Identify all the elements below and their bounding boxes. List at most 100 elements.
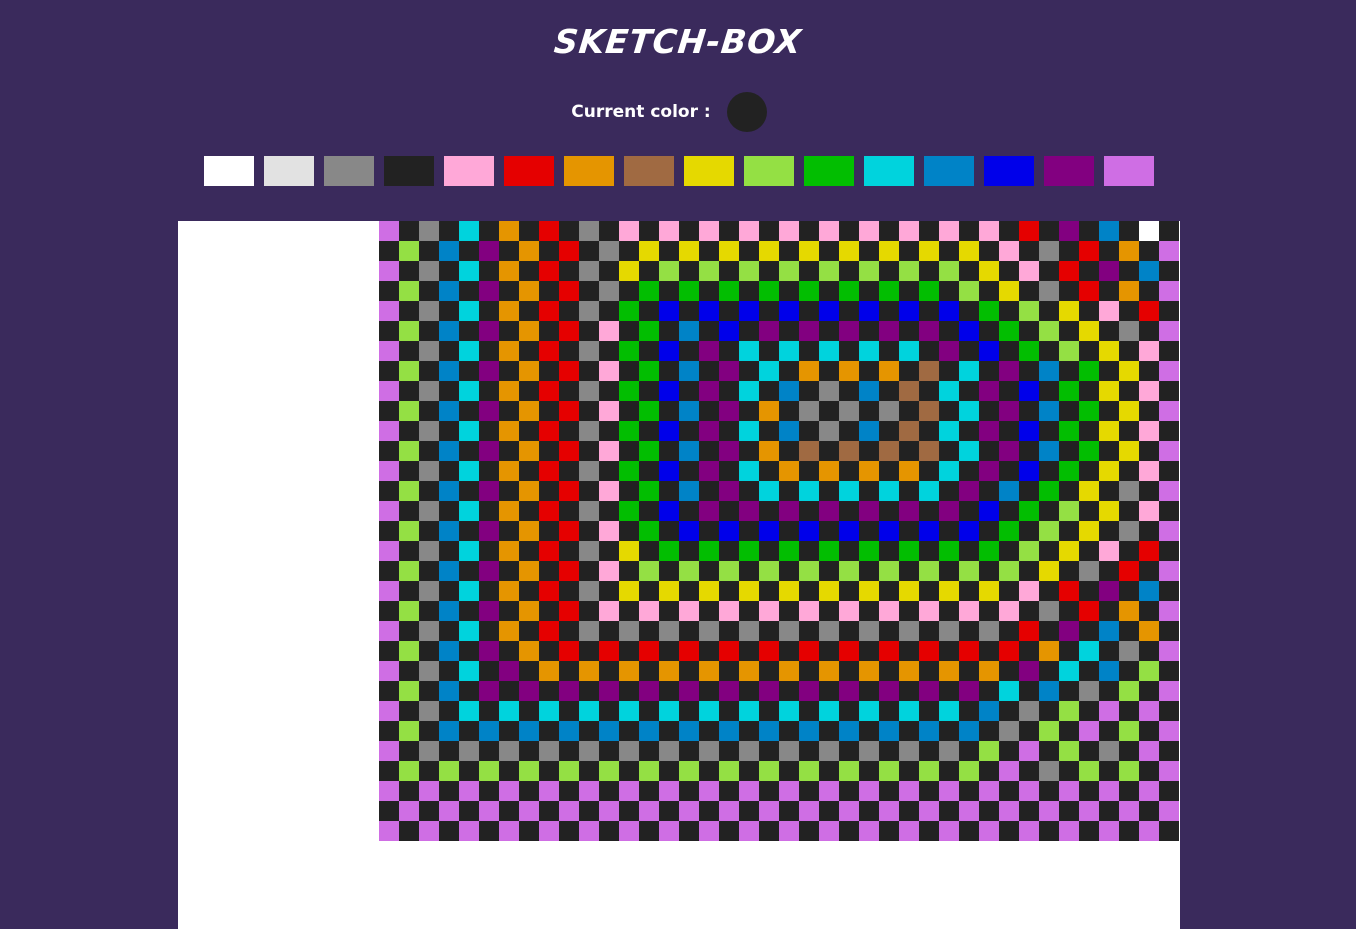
grid-cell[interactable] (599, 461, 619, 481)
grid-cell[interactable] (779, 701, 799, 721)
grid-cell[interactable] (459, 501, 479, 521)
grid-cell[interactable] (899, 641, 919, 661)
grid-cell[interactable] (639, 801, 659, 821)
grid-cell[interactable] (599, 441, 619, 461)
grid-cell[interactable] (399, 641, 419, 661)
grid-cell[interactable] (519, 221, 539, 241)
grid-cell[interactable] (499, 261, 519, 281)
grid-cell[interactable] (699, 281, 719, 301)
grid-cell[interactable] (759, 281, 779, 301)
grid-cell[interactable] (799, 721, 819, 741)
grid-cell[interactable] (579, 721, 599, 741)
grid-cell[interactable] (719, 601, 739, 621)
grid-cell[interactable] (979, 441, 999, 461)
grid-cell[interactable] (379, 221, 399, 241)
grid-cell[interactable] (659, 541, 679, 561)
grid-cell[interactable] (519, 801, 539, 821)
grid-cell[interactable] (879, 361, 899, 381)
grid-cell[interactable] (519, 421, 539, 441)
grid-cell[interactable] (679, 341, 699, 361)
grid-cell[interactable] (899, 781, 919, 801)
grid-cell[interactable] (779, 241, 799, 261)
grid-cell[interactable] (699, 781, 719, 801)
grid-cell[interactable] (579, 641, 599, 661)
grid-cell[interactable] (459, 601, 479, 621)
grid-cell[interactable] (979, 821, 999, 841)
grid-cell[interactable] (559, 621, 579, 641)
grid-cell[interactable] (1059, 481, 1079, 501)
grid-cell[interactable] (919, 581, 939, 601)
grid-cell[interactable] (419, 521, 439, 541)
grid-cell[interactable] (1039, 641, 1059, 661)
grid-cell[interactable] (659, 401, 679, 421)
grid-cell[interactable] (1119, 701, 1139, 721)
grid-cell[interactable] (399, 361, 419, 381)
grid-cell[interactable] (919, 681, 939, 701)
grid-cell[interactable] (519, 381, 539, 401)
grid-cell[interactable] (879, 721, 899, 741)
grid-cell[interactable] (939, 641, 959, 661)
grid-cell[interactable] (899, 401, 919, 421)
grid-cell[interactable] (599, 321, 619, 341)
grid-cell[interactable] (959, 241, 979, 261)
grid-cell[interactable] (739, 541, 759, 561)
grid-cell[interactable] (839, 441, 859, 461)
grid-cell[interactable] (1119, 721, 1139, 741)
grid-cell[interactable] (799, 581, 819, 601)
grid-cell[interactable] (639, 361, 659, 381)
grid-cell[interactable] (1059, 621, 1079, 641)
grid-cell[interactable] (719, 301, 739, 321)
grid-cell[interactable] (819, 461, 839, 481)
grid-cell[interactable] (1099, 561, 1119, 581)
grid-cell[interactable] (499, 721, 519, 741)
grid-cell[interactable] (499, 701, 519, 721)
grid-cell[interactable] (439, 581, 459, 601)
grid-cell[interactable] (539, 821, 559, 841)
grid-cell[interactable] (379, 501, 399, 521)
grid-cell[interactable] (959, 541, 979, 561)
grid-cell[interactable] (1159, 701, 1179, 721)
grid-cell[interactable] (599, 721, 619, 741)
grid-cell[interactable] (579, 681, 599, 701)
grid-cell[interactable] (959, 781, 979, 801)
grid-cell[interactable] (999, 301, 1019, 321)
grid-cell[interactable] (419, 821, 439, 841)
grid-cell[interactable] (1079, 541, 1099, 561)
grid-cell[interactable] (859, 741, 879, 761)
grid-cell[interactable] (639, 441, 659, 461)
grid-cell[interactable] (879, 681, 899, 701)
grid-cell[interactable] (419, 541, 439, 561)
grid-cell[interactable] (959, 381, 979, 401)
grid-cell[interactable] (799, 401, 819, 421)
grid-cell[interactable] (1119, 681, 1139, 701)
grid-cell[interactable] (839, 561, 859, 581)
grid-cell[interactable] (639, 661, 659, 681)
grid-cell[interactable] (959, 741, 979, 761)
grid-cell[interactable] (859, 461, 879, 481)
grid-cell[interactable] (679, 381, 699, 401)
grid-cell[interactable] (519, 561, 539, 581)
grid-cell[interactable] (999, 421, 1019, 441)
grid-cell[interactable] (819, 501, 839, 521)
grid-cell[interactable] (1079, 781, 1099, 801)
grid-cell[interactable] (799, 261, 819, 281)
grid-cell[interactable] (939, 741, 959, 761)
grid-cell[interactable] (899, 761, 919, 781)
grid-cell[interactable] (1099, 821, 1119, 841)
grid-cell[interactable] (1079, 361, 1099, 381)
grid-cell[interactable] (459, 641, 479, 661)
grid-cell[interactable] (1019, 541, 1039, 561)
grid-cell[interactable] (679, 221, 699, 241)
grid-cell[interactable] (1139, 521, 1159, 541)
grid-cell[interactable] (839, 821, 859, 841)
grid-cell[interactable] (819, 781, 839, 801)
grid-cell[interactable] (479, 721, 499, 741)
grid-cell[interactable] (1139, 421, 1159, 441)
color-swatch-blue[interactable] (984, 156, 1034, 186)
grid-cell[interactable] (839, 241, 859, 261)
grid-cell[interactable] (579, 621, 599, 641)
grid-cell[interactable] (579, 781, 599, 801)
grid-cell[interactable] (1139, 401, 1159, 421)
grid-cell[interactable] (1059, 561, 1079, 581)
grid-cell[interactable] (479, 581, 499, 601)
